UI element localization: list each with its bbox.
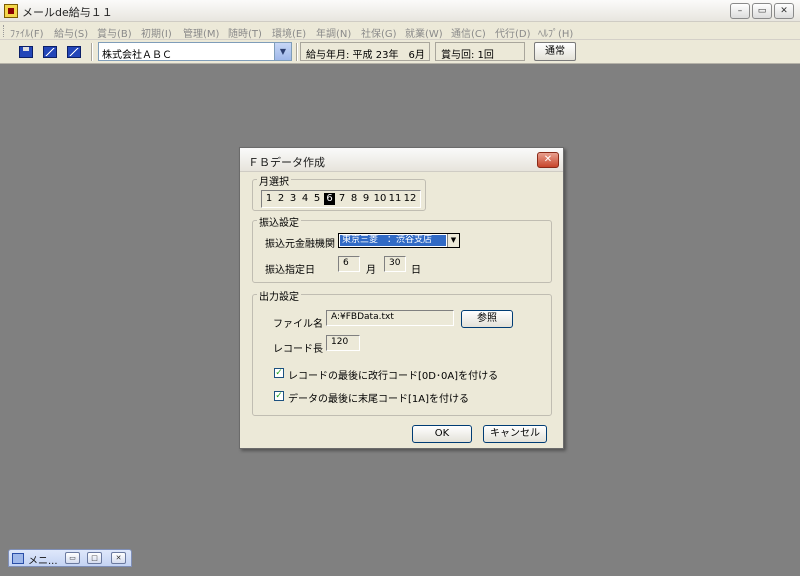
eof-code-label[interactable]: データの最後に末尾コード[1A]を付ける (288, 390, 469, 405)
month-10[interactable]: 10 (373, 193, 387, 205)
pay-month-display: 給与年月: 平成 23年 6月 (300, 42, 430, 61)
restore-button[interactable]: ▭ (65, 552, 80, 564)
app-icon (4, 4, 18, 18)
chevron-down-icon[interactable]: ▼ (274, 43, 291, 60)
close-button[interactable]: ✕ (111, 552, 126, 564)
restore-button[interactable]: ▭ (752, 3, 772, 19)
menu-file[interactable]: ﾌｧｲﾙ(F) (10, 25, 44, 40)
month-1[interactable]: 1 (265, 193, 273, 205)
app-titlebar: メールde給与１１ – ▭ ✕ (0, 0, 800, 22)
bank-select[interactable]: 東京三菱 ：渋谷支店 ▼ (338, 233, 460, 248)
bank-label: 振込元金融機関 (265, 239, 335, 250)
month-7[interactable]: 7 (338, 193, 346, 205)
month-11[interactable]: 11 (388, 193, 402, 205)
ok-button[interactable]: OK (412, 425, 472, 443)
app-title: メールde給与１１ (22, 6, 113, 19)
menu-bonus[interactable]: 賞与(B) (97, 25, 132, 40)
dialog-titlebar: ＦＢデータ作成 ✕ (240, 148, 563, 172)
dialog-title: ＦＢデータ作成 (248, 156, 325, 169)
record-length-label: レコード長 (273, 344, 323, 355)
month-unit-label: 月 (366, 265, 376, 276)
month-12[interactable]: 12 (403, 193, 417, 205)
fb-data-dialog: ＦＢデータ作成 ✕ 月選択 1 2 3 4 5 6 7 8 9 10 11 12… (239, 147, 564, 449)
menu-proxy[interactable]: 代行(D) (495, 25, 531, 40)
file-name-field[interactable]: A:¥FBData.txt (326, 310, 454, 326)
record-length-field[interactable]: 120 (326, 335, 360, 351)
menu-bar: ﾌｧｲﾙ(F) 給与(S) 賞与(B) 初期(I) 管理(M) 随時(T) 環境… (0, 22, 800, 40)
month-8[interactable]: 8 (350, 193, 358, 205)
bank-select-value: 東京三菱 ：渋谷支店 (340, 235, 446, 246)
menu-manage[interactable]: 管理(M) (183, 25, 219, 40)
disk-icon (19, 46, 33, 58)
minimized-window-label: メニ... (28, 556, 58, 567)
menu-year-end[interactable]: 年調(N) (316, 25, 351, 40)
menu-insurance[interactable]: 社保(G) (361, 25, 397, 40)
envelope-send-icon (67, 46, 81, 58)
menubar-grip (3, 25, 6, 37)
month-3[interactable]: 3 (289, 193, 297, 205)
toolbar-separator (296, 43, 298, 61)
month-5[interactable]: 5 (313, 193, 321, 205)
menu-work[interactable]: 就業(W) (405, 25, 443, 40)
transfer-date-label: 振込指定日 (265, 265, 315, 276)
envelope-icon (43, 46, 57, 58)
transfer-settings-label: 振込設定 (257, 214, 301, 229)
month-9[interactable]: 9 (362, 193, 370, 205)
newline-code-label[interactable]: レコードの最後に改行コード[0D･0A]を付ける (288, 367, 498, 382)
mail-toolbar-button[interactable] (40, 43, 60, 61)
menu-help[interactable]: ﾍﾙﾌﾟ(H) (538, 25, 573, 40)
menu-anytime[interactable]: 随時(T) (228, 25, 262, 40)
close-button[interactable]: ✕ (774, 3, 794, 19)
minimized-menu-window[interactable]: メニ... ▭ □ ✕ (8, 549, 132, 567)
window-icon (12, 553, 24, 564)
month-2[interactable]: 2 (277, 193, 285, 205)
toolbar-separator (91, 43, 93, 61)
mode-normal-button[interactable]: 通常 (534, 42, 576, 61)
menu-salary[interactable]: 給与(S) (54, 25, 88, 40)
company-select-value: 株式会社ＡＢＣ (102, 50, 172, 61)
month-4[interactable]: 4 (301, 193, 309, 205)
maximize-button[interactable]: □ (87, 552, 102, 564)
chevron-down-icon[interactable]: ▼ (447, 234, 459, 247)
month-select-label: 月選択 (257, 173, 291, 188)
save-toolbar-button[interactable] (16, 43, 36, 61)
menu-environment[interactable]: 環境(E) (272, 25, 306, 40)
transfer-day-field[interactable]: 30 (384, 256, 406, 272)
day-unit-label: 日 (411, 265, 421, 276)
file-name-label: ファイル名 (273, 319, 323, 330)
mail-send-toolbar-button[interactable] (64, 43, 84, 61)
transfer-month-field[interactable]: 6 (338, 256, 360, 272)
minimize-button[interactable]: – (730, 3, 750, 19)
month-select-group: 月選択 1 2 3 4 5 6 7 8 9 10 11 12 (252, 173, 426, 211)
browse-button[interactable]: 参照 (461, 310, 513, 328)
menu-initial[interactable]: 初期(I) (141, 25, 172, 40)
month-6[interactable]: 6 (324, 193, 335, 205)
bonus-count-display: 賞与回: 1回 (435, 42, 525, 61)
output-settings-label: 出力設定 (257, 288, 301, 303)
newline-code-checkbox[interactable]: ✓ (274, 368, 284, 378)
month-selector: 1 2 3 4 5 6 7 8 9 10 11 12 (261, 190, 421, 208)
menu-communication[interactable]: 通信(C) (451, 25, 486, 40)
cancel-button[interactable]: キャンセル (483, 425, 547, 443)
company-select[interactable]: 株式会社ＡＢＣ ▼ (98, 42, 292, 61)
eof-code-checkbox[interactable]: ✓ (274, 391, 284, 401)
dialog-close-button[interactable]: ✕ (537, 152, 559, 168)
